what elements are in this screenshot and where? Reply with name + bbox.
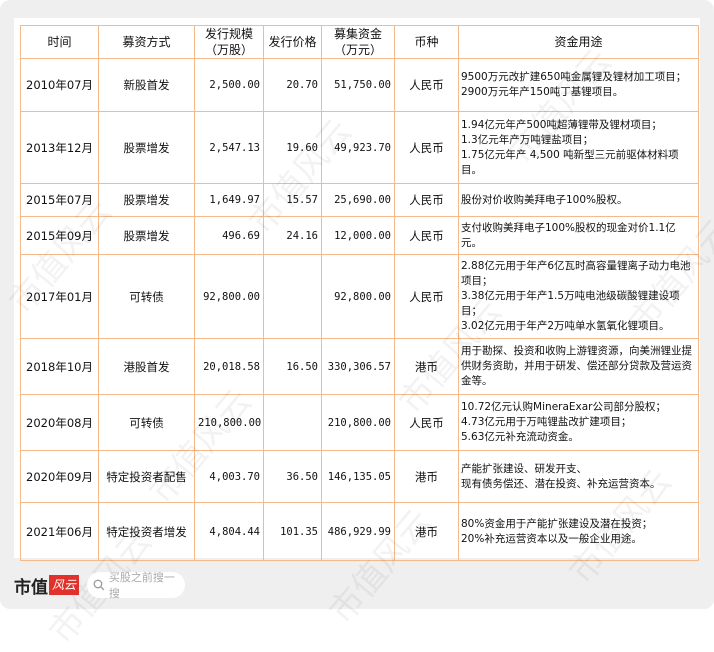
column-header: 募集资金 （万元） <box>321 25 395 59</box>
cell-currency: 港币 <box>394 338 459 395</box>
cell-shares: 4,003.70 <box>194 450 264 503</box>
cell-method: 港股首发 <box>98 338 195 395</box>
cell-currency: 人民币 <box>394 111 459 184</box>
cell-price: 20.70 <box>263 58 322 112</box>
cell-date: 2018年10月 <box>20 338 99 395</box>
cell-currency: 港币 <box>394 502 459 561</box>
table-row: 2017年01月 可转债 92,800.00 92,800.00 人民币 2.88亿元用于… <box>20 254 699 339</box>
cell-currency: 人民币 <box>394 216 459 255</box>
cell-shares: 20,018.58 <box>194 338 264 395</box>
logo-badge: 风云 <box>49 575 79 595</box>
cell-shares: 4,804.44 <box>194 502 264 561</box>
cell-use: 2.88亿元用于年产6亿瓦时高容量锂离子动力电池项目； 3.38亿元用于年产1.… <box>458 254 699 339</box>
column-header: 发行规模 （万股） <box>194 25 264 59</box>
cell-price: 15.57 <box>263 183 322 217</box>
cell-price: 36.50 <box>263 450 322 503</box>
cell-date: 2010年07月 <box>20 58 99 112</box>
cell-date: 2017年01月 <box>20 254 99 339</box>
column-header: 币种 <box>394 25 459 59</box>
table-row: 2021年06月 特定投资者增发 4,804.44 101.35 486,929.99 港… <box>20 502 699 561</box>
cell-method: 可转债 <box>98 254 195 339</box>
column-header: 时间 <box>20 25 99 59</box>
cell-use: 用于勘探、投资和收购上游锂资源，向美洲锂业提供财务资助，并用于研发、偿还部分贷款… <box>458 338 699 395</box>
cell-shares: 2,500.00 <box>194 58 264 112</box>
table-row: 2013年12月 股票增发 2,547.13 19.60 49,923.70 人民币 1.9… <box>20 111 699 184</box>
cell-price <box>263 394 322 451</box>
cell-amount: 486,929.99 <box>321 502 395 561</box>
table-row: 2020年08月 可转债 210,800.00 210,800.00 人民币 10.72亿… <box>20 394 699 451</box>
cell-shares: 92,800.00 <box>194 254 264 339</box>
cell-amount: 51,750.00 <box>321 58 395 112</box>
fundraising-table: 时间 募资方式 发行规模 （万股） 发行价格 募集资金 （万元） 币种 资金用途 2010年… <box>20 25 699 561</box>
table-row: 2015年07月 股票增发 1,649.97 15.57 25,690.00 人民币 股份对… <box>20 183 699 217</box>
cell-amount: 49,923.70 <box>321 111 395 184</box>
cell-use: 80%资金用于产能扩张建设及潜在投资； 20%补充运营资本以及一般企业用途。 <box>458 502 699 561</box>
cell-method: 特定投资者增发 <box>98 502 195 561</box>
cell-use: 10.72亿元认购MineraExar公司部分股权； 4.73亿元用于万吨锂盐改… <box>458 394 699 451</box>
cell-amount: 330,306.57 <box>321 338 395 395</box>
cell-amount: 92,800.00 <box>321 254 395 339</box>
cell-method: 新股首发 <box>98 58 195 112</box>
cell-amount: 210,800.00 <box>321 394 395 451</box>
table-row: 2020年09月 特定投资者配售 4,003.70 36.50 146,135.05 港币… <box>20 450 699 503</box>
table-row: 2015年09月 股票增发 496.69 24.16 12,000.00 人民币 支付收购美… <box>20 216 699 255</box>
cell-use: 1.94亿元年产500吨超薄锂带及锂材项目； 1.3亿元年产万吨锂盐项目； 1.… <box>458 111 699 184</box>
cell-date: 2021年06月 <box>20 502 99 561</box>
cell-method: 特定投资者配售 <box>98 450 195 503</box>
card: 时间 募资方式 发行规模 （万股） 发行价格 募集资金 （万元） 币种 资金用途 2010年… <box>0 0 714 652</box>
cell-method: 股票增发 <box>98 111 195 184</box>
cell-date: 2015年09月 <box>20 216 99 255</box>
column-header: 资金用途 <box>458 25 699 59</box>
column-header: 发行价格 <box>263 25 322 59</box>
cell-use: 支付收购美拜电子100%股权的现金对价1.1亿元。 <box>458 216 699 255</box>
cell-currency: 人民币 <box>394 254 459 339</box>
cell-amount: 146,135.05 <box>321 450 395 503</box>
cell-date: 2013年12月 <box>20 111 99 184</box>
cell-shares: 1,649.97 <box>194 183 264 217</box>
cell-currency: 港币 <box>394 450 459 503</box>
cell-method: 可转债 <box>98 394 195 451</box>
table-row: 2010年07月 新股首发 2,500.00 20.70 51,750.00 人民币 950… <box>20 58 699 112</box>
cell-use: 股份对价收购美拜电子100%股权。 <box>458 183 699 217</box>
cell-currency: 人民币 <box>394 58 459 112</box>
cell-method: 股票增发 <box>98 183 195 217</box>
cell-price: 19.60 <box>263 111 322 184</box>
cell-date: 2015年07月 <box>20 183 99 217</box>
cell-use: 9500万元改扩建650吨金属锂及锂材加工项目； 2900万元年产150吨丁基锂… <box>458 58 699 112</box>
cell-shares: 210,800.00 <box>194 394 264 451</box>
cell-shares: 496.69 <box>194 216 264 255</box>
cell-amount: 25,690.00 <box>321 183 395 217</box>
cell-date: 2020年09月 <box>20 450 99 503</box>
cell-amount: 12,000.00 <box>321 216 395 255</box>
search-box[interactable]: 买股之前搜一搜 <box>87 571 185 600</box>
cell-use: 产能扩张建设、研发开支、 现有债务偿还、潜在投资、补充运营资本。 <box>458 450 699 503</box>
table-header: 时间 募资方式 发行规模 （万股） 发行价格 募集资金 （万元） 币种 资金用途 <box>20 25 699 59</box>
table-row: 2018年10月 港股首发 20,018.58 16.50 330,306.57 港币 用于… <box>20 338 699 395</box>
cell-price: 101.35 <box>263 502 322 561</box>
cell-date: 2020年08月 <box>20 394 99 451</box>
column-header: 募资方式 <box>98 25 195 59</box>
cell-currency: 人民币 <box>394 394 459 451</box>
cell-price: 16.50 <box>263 338 322 395</box>
footer: 市值 风云 买股之前搜一搜 <box>14 570 185 600</box>
cell-shares: 2,547.13 <box>194 111 264 184</box>
cell-currency: 人民币 <box>394 183 459 217</box>
cell-price <box>263 254 322 339</box>
search-placeholder: 买股之前搜一搜 <box>108 571 175 600</box>
cell-price: 24.16 <box>263 216 322 255</box>
logo-text: 市值 <box>14 577 48 598</box>
cell-method: 股票增发 <box>98 216 195 255</box>
search-icon <box>93 579 105 591</box>
